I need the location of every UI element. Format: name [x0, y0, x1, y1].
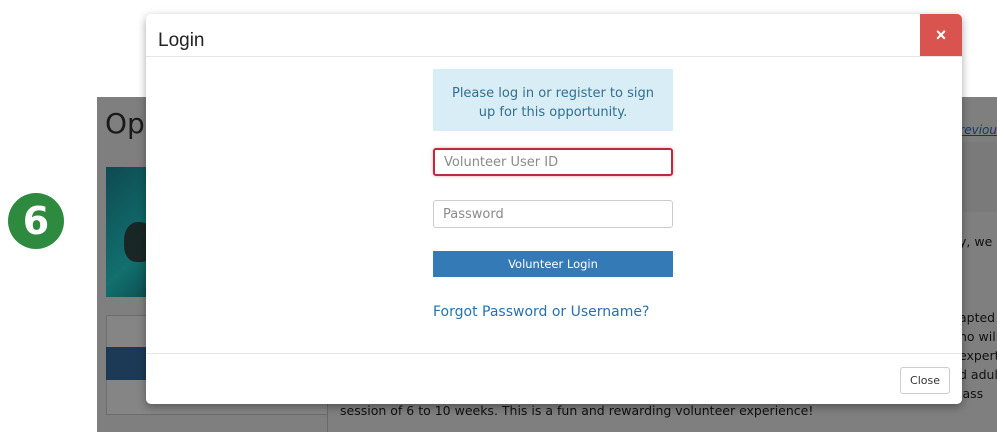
volunteer-login-button[interactable]: Volunteer Login — [433, 251, 673, 277]
close-icon[interactable]: × — [920, 14, 962, 56]
description-text: session of 6 to 10 weeks. This is a fun … — [340, 403, 814, 418]
forgot-password-link[interactable]: Forgot Password or Username? — [433, 304, 649, 320]
volunteer-user-id-input[interactable] — [433, 148, 673, 176]
description-fragment: apted — [959, 310, 996, 325]
close-button[interactable]: Close — [900, 367, 950, 394]
password-input[interactable] — [433, 200, 673, 228]
info-alert: Please log in or register to sign up for… — [433, 69, 673, 131]
description-fragment: expert — [959, 348, 997, 363]
description-fragment: ho will — [959, 329, 997, 344]
description-fragment: lass — [959, 386, 984, 401]
step-number-badge: 6 — [8, 193, 64, 249]
description-fragment: d adul — [959, 367, 997, 382]
modal-footer: Close — [146, 353, 962, 404]
modal-title: Login — [158, 30, 205, 51]
login-modal: Login × Please log in or register to sig… — [146, 14, 962, 404]
page-heading: Op — [105, 107, 145, 140]
modal-header: Login × — [146, 14, 962, 57]
description-fragment: y, we — [959, 234, 993, 249]
